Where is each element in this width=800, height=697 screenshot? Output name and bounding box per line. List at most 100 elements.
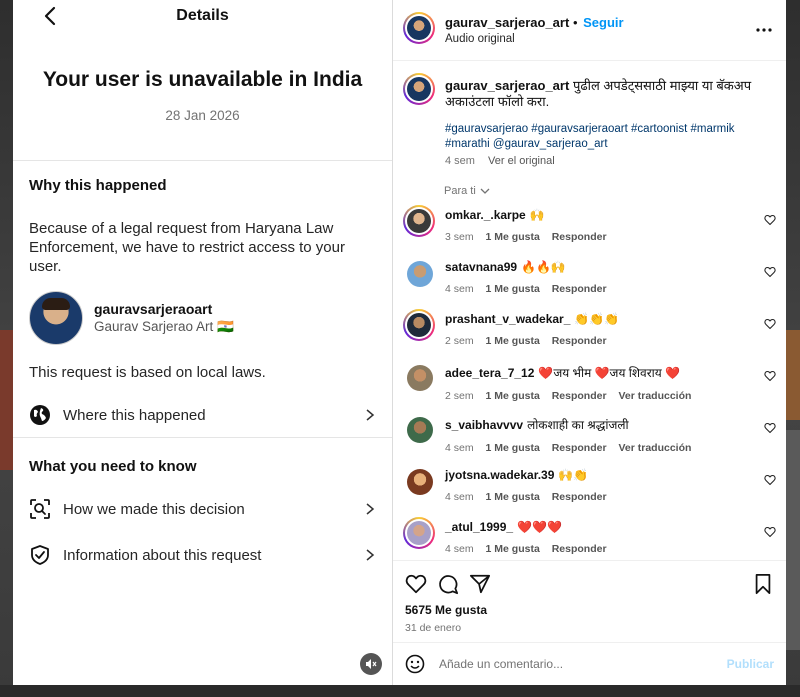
comment-item: jyotsna.wadekar.39 🙌👏 4 sem 1 Me gusta Re… (403, 465, 776, 515)
comment-text: लोकशाही का श्रद्धांजली (527, 418, 629, 432)
user-handle: gauravsarjeraoart (94, 301, 213, 317)
post-actions (393, 560, 786, 605)
comment-text: ❤️जय भीम ❤️जय शिवराय ❤️ (538, 366, 680, 380)
avatar[interactable] (403, 205, 435, 237)
avatar[interactable] (407, 365, 433, 391)
where-this-happened-row[interactable]: Where this happened (29, 404, 376, 426)
reply-button[interactable]: Responder (552, 335, 607, 347)
chevron-right-icon (366, 549, 375, 561)
comment-likes[interactable]: 1 Me gusta (486, 491, 540, 503)
reply-button[interactable]: Responder (552, 543, 607, 555)
why-section-title: Why this happened (29, 177, 167, 194)
chevron-right-icon (366, 409, 375, 421)
reply-button[interactable]: Responder (552, 231, 607, 243)
comment-likes[interactable]: 1 Me gusta (486, 543, 540, 555)
restriction-reason: Because of a legal request from Haryana … (29, 220, 345, 275)
reply-button[interactable]: Responder (552, 491, 607, 503)
heart-icon[interactable] (764, 214, 776, 226)
see-translation-link[interactable]: Ver traducción (618, 390, 691, 402)
how-decision-row[interactable]: How we made this decision (29, 498, 376, 520)
comment-likes[interactable]: 1 Me gusta (486, 390, 540, 402)
comment-username[interactable]: satavnana99 (445, 260, 517, 274)
heart-icon[interactable] (764, 526, 776, 538)
comment-username[interactable]: jyotsna.wadekar.39 (445, 468, 554, 482)
heart-icon[interactable] (764, 474, 776, 486)
heart-icon[interactable] (764, 370, 776, 382)
request-info-row[interactable]: Information about this request (29, 544, 376, 566)
comment-age: 2 sem (445, 390, 474, 402)
post-username[interactable]: gaurav_sarjerao_art (445, 15, 569, 30)
comment-text: 🙌 (529, 208, 545, 222)
comment-age: 2 sem (445, 335, 474, 347)
more-options-icon[interactable] (756, 28, 772, 32)
globe-icon (30, 405, 50, 425)
chevron-down-icon (480, 188, 490, 194)
comment-item: satavnana99 🔥🔥🙌 4 sem 1 Me gusta Responde… (403, 257, 776, 307)
heart-icon[interactable] (764, 266, 776, 278)
comment-age: 3 sem (445, 231, 474, 243)
avatar[interactable] (407, 469, 433, 495)
post-header: gaurav_sarjerao_art • Seguir Audio origi… (393, 0, 786, 61)
request-info-label: Information about this request (63, 546, 262, 564)
reply-button[interactable]: Responder (552, 390, 607, 402)
details-header-title: Details (176, 7, 229, 24)
follow-button[interactable]: Seguir (583, 15, 623, 30)
see-original-link[interactable]: Ver el original (488, 155, 555, 167)
shield-check-icon (31, 545, 49, 565)
user-display-name: Gaurav Sarjerao Art 🇮🇳 (94, 319, 234, 334)
comment-username[interactable]: s_vaibhavvvv (445, 418, 523, 432)
emoji-icon[interactable] (405, 654, 425, 674)
avatar[interactable] (407, 261, 433, 287)
caption-username[interactable]: gaurav_sarjerao_art (445, 78, 569, 93)
avatar[interactable] (403, 517, 435, 549)
share-icon[interactable] (469, 573, 491, 595)
sort-dropdown[interactable]: Para ti (444, 185, 490, 197)
how-decision-label: How we made this decision (63, 500, 245, 518)
heart-icon[interactable] (764, 422, 776, 434)
comment-text: 🔥🔥🙌 (521, 260, 566, 274)
scan-search-icon (30, 499, 50, 519)
comment-username[interactable]: omkar._.karpe (445, 208, 526, 222)
divider (13, 437, 392, 438)
heart-icon[interactable] (405, 573, 427, 595)
comment-username[interactable]: prashant_v_wadekar_ (445, 312, 570, 326)
comment-text: 🙌👏 (558, 468, 589, 482)
comment-likes[interactable]: 1 Me gusta (486, 442, 540, 454)
comment-likes[interactable]: 1 Me gusta (486, 231, 540, 243)
post-modal: Details Your user is unavailable in Indi… (13, 0, 786, 685)
comment-icon[interactable] (437, 573, 459, 595)
bookmark-icon[interactable] (752, 573, 774, 595)
comment-item: omkar._.karpe 🙌 3 sem 1 Me gusta Responde… (403, 205, 776, 255)
see-translation-link[interactable]: Ver traducción (618, 442, 691, 454)
speaker-muted-icon (366, 659, 377, 669)
comment-age: 4 sem (445, 543, 474, 555)
restricted-user: gauravsarjeraoart Gaurav Sarjerao Art 🇮🇳 (29, 291, 234, 345)
audio-label[interactable]: Audio original (445, 33, 624, 45)
comment-likes[interactable]: 1 Me gusta (486, 283, 540, 295)
restriction-date: 28 Jan 2026 (165, 108, 240, 123)
separator-dot: • (572, 15, 578, 30)
heart-icon[interactable] (764, 318, 776, 330)
caption-age: 4 sem (445, 155, 475, 167)
comment-item: prashant_v_wadekar_ 👏👏👏 2 sem 1 Me gusta … (403, 309, 776, 359)
comment-likes[interactable]: 1 Me gusta (486, 335, 540, 347)
comment-username[interactable]: _atul_1999_ (445, 520, 513, 534)
caption-hashtags[interactable]: #gauravsarjerao #gauravsarjeraoart #cart… (445, 122, 735, 152)
avatar[interactable] (403, 12, 435, 44)
comment-input[interactable] (437, 651, 691, 677)
post-date: 31 de enero (405, 622, 462, 634)
comment-age: 4 sem (445, 442, 474, 454)
comment-bar: Publicar (393, 642, 786, 685)
publish-button[interactable]: Publicar (727, 657, 774, 671)
avatar[interactable] (403, 73, 435, 105)
sort-label: Para ti (444, 185, 476, 197)
where-this-happened-label: Where this happened (63, 406, 206, 424)
likes-count[interactable]: 5675 Me gusta (405, 603, 487, 617)
comment-username[interactable]: adee_tera_7_12 (445, 366, 534, 380)
avatar[interactable] (403, 309, 435, 341)
page-title: Your user is unavailable in India (42, 68, 363, 91)
reply-button[interactable]: Responder (552, 283, 607, 295)
avatar[interactable] (407, 417, 433, 443)
reply-button[interactable]: Responder (552, 442, 607, 454)
mute-button[interactable] (360, 653, 382, 675)
